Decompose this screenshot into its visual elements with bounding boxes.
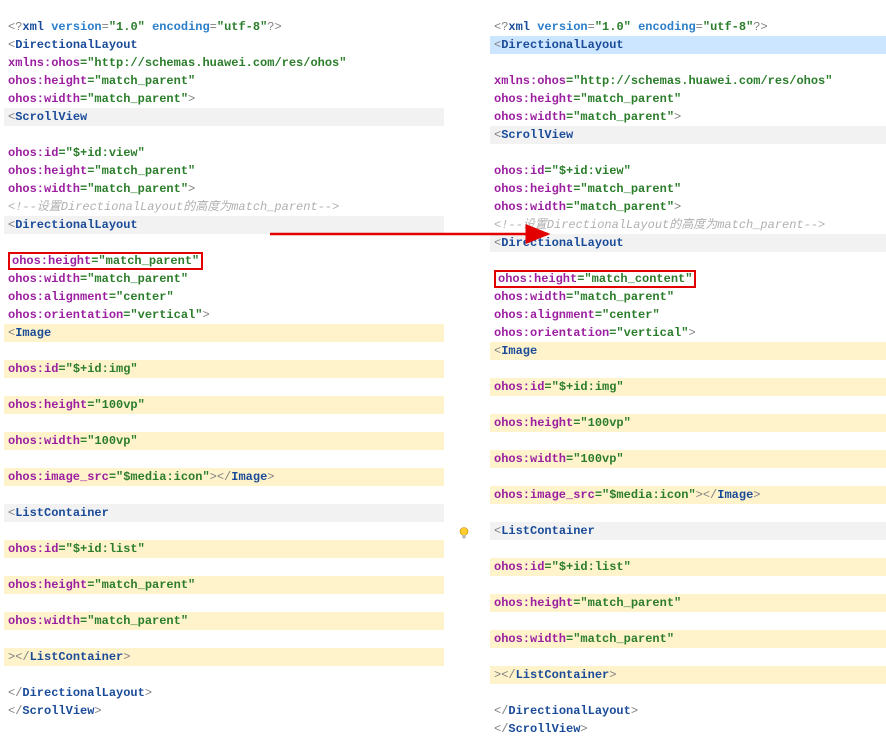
right-line-7: ohos:id="$+id:view" bbox=[490, 164, 635, 178]
left-line-17: ohos:id="$+id:img" bbox=[4, 360, 444, 378]
left-line-4: ohos:height="match_parent" bbox=[4, 74, 199, 88]
right-line-1: <?xml version="1.0" encoding="utf-8"?> bbox=[490, 20, 772, 34]
right-line-12-boxed: ohos:height="match_content" bbox=[490, 272, 700, 286]
left-line-6: <ScrollView bbox=[4, 108, 444, 126]
left-line-11: <DirectionalLayout bbox=[4, 216, 444, 234]
right-line-4: ohos:height="match_parent" bbox=[490, 92, 685, 106]
left-line-20: ohos:image_src="$media:icon"></Image> bbox=[4, 468, 444, 486]
left-line-24: ohos:width="match_parent" bbox=[4, 612, 444, 630]
right-line-5: ohos:width="match_parent"> bbox=[490, 110, 685, 124]
right-line-19: ohos:width="100vp" bbox=[490, 450, 886, 468]
right-line-9: ohos:width="match_parent"> bbox=[490, 200, 685, 214]
left-line-22: ohos:id="$+id:list" bbox=[4, 540, 444, 558]
right-line-10: <!--设置DirectionalLayout的高度为match_parent-… bbox=[490, 218, 829, 232]
left-line-25: ></ListContainer> bbox=[4, 648, 444, 666]
left-line-13: ohos:width="match_parent" bbox=[4, 272, 192, 286]
left-line-16: <Image bbox=[4, 324, 444, 342]
right-line-13: ohos:width="match_parent" bbox=[490, 290, 678, 304]
left-line-10: <!--设置DirectionalLayout的高度为match_parent-… bbox=[4, 200, 343, 214]
right-line-23: ohos:height="match_parent" bbox=[490, 594, 886, 612]
left-line-15: ohos:orientation="vertical"> bbox=[4, 308, 214, 322]
right-line-22: ohos:id="$+id:list" bbox=[490, 558, 886, 576]
left-line-18: ohos:height="100vp" bbox=[4, 396, 444, 414]
right-line-2: <DirectionalLayout bbox=[490, 36, 886, 54]
left-line-8: ohos:height="match_parent" bbox=[4, 164, 199, 178]
left-line-12-boxed: ohos:height="match_parent" bbox=[4, 254, 207, 268]
left-line-14: ohos:alignment="center" bbox=[4, 290, 178, 304]
right-line-11: <DirectionalLayout bbox=[490, 234, 886, 252]
left-highlight-box: ohos:height="match_parent" bbox=[8, 252, 203, 270]
right-line-8: ohos:height="match_parent" bbox=[490, 182, 685, 196]
left-line-21: <ListContainer bbox=[4, 504, 444, 522]
right-line-14: ohos:alignment="center" bbox=[490, 308, 664, 322]
right-line-20: ohos:image_src="$media:icon"></Image> bbox=[490, 486, 886, 504]
right-line-17: ohos:id="$+id:img" bbox=[490, 378, 886, 396]
left-line-26: </DirectionalLayout> bbox=[4, 686, 156, 700]
right-code-pane: <?xml version="1.0" encoding="utf-8"?> <… bbox=[490, 0, 886, 544]
right-line-21: <ListContainer bbox=[490, 522, 886, 540]
right-highlight-box: ohos:height="match_content" bbox=[494, 270, 696, 288]
right-line-3: xmlns:ohos="http://schemas.huawei.com/re… bbox=[490, 74, 836, 88]
left-line-27: </ScrollView> bbox=[4, 704, 106, 718]
lightbulb-icon[interactable] bbox=[457, 526, 471, 540]
left-line-3: xmlns:ohos="http://schemas.huawei.com/re… bbox=[4, 56, 350, 70]
right-line-26: </DirectionalLayout> bbox=[490, 704, 642, 718]
left-line-1: <?xml version="1.0" encoding="utf-8"?> bbox=[4, 20, 286, 34]
right-line-27: </ScrollView> bbox=[490, 722, 592, 736]
left-line-5: ohos:width="match_parent"> bbox=[4, 92, 199, 106]
right-line-24: ohos:width="match_parent" bbox=[490, 630, 886, 648]
right-line-15: ohos:orientation="vertical"> bbox=[490, 326, 700, 340]
left-line-19: ohos:width="100vp" bbox=[4, 432, 444, 450]
right-line-6: <ScrollView bbox=[490, 126, 886, 144]
right-line-18: ohos:height="100vp" bbox=[490, 414, 886, 432]
left-code-pane: <?xml version="1.0" encoding="utf-8"?> <… bbox=[4, 0, 444, 544]
left-line-23: ohos:height="match_parent" bbox=[4, 576, 444, 594]
left-line-2: <DirectionalLayout bbox=[4, 38, 142, 52]
right-line-16: <Image bbox=[490, 342, 886, 360]
right-line-25: ></ListContainer> bbox=[490, 666, 886, 684]
left-line-7: ohos:id="$+id:view" bbox=[4, 146, 149, 160]
left-line-9: ohos:width="match_parent"> bbox=[4, 182, 199, 196]
